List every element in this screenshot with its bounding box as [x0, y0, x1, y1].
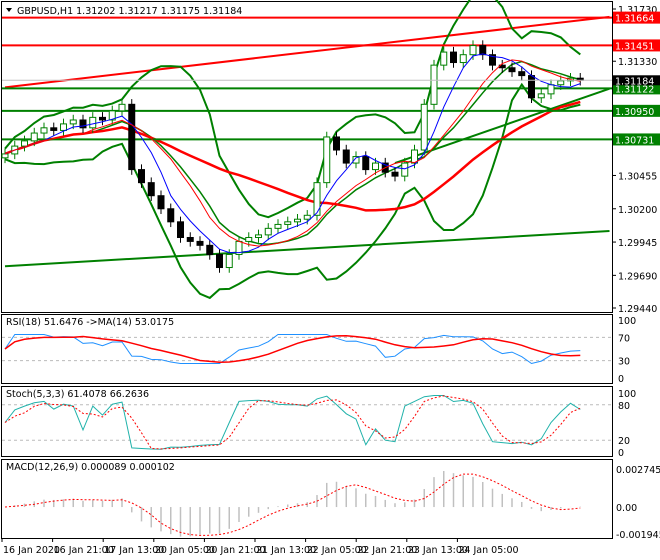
candle [440, 51, 448, 66]
candle [196, 240, 204, 246]
candle [264, 227, 272, 236]
rsi-tick-label: 0 [618, 374, 624, 385]
candle [167, 208, 175, 223]
candle [450, 51, 457, 64]
candle [508, 67, 516, 73]
candle [274, 223, 282, 229]
level-price-label: 1.31451 [615, 41, 654, 52]
macd-tick-label: 0.00 [616, 503, 637, 514]
rsi-tick-label: 30 [618, 357, 630, 368]
time-tick-label: 24 Jan 05:00 [458, 545, 518, 556]
candle [547, 84, 555, 95]
candle [459, 54, 467, 64]
candle [128, 103, 136, 171]
price-tick-label: 1.31330 [618, 57, 657, 68]
candle [420, 103, 428, 151]
price-tick-label: 1.30200 [618, 205, 657, 216]
candle [303, 214, 311, 220]
level-price-label: 1.30950 [615, 107, 654, 118]
stoch-tick-label: 100 [618, 389, 636, 400]
stoch-tick-label: 20 [618, 436, 630, 447]
candle [518, 71, 526, 77]
time-tick-label: 16 Jan 2020 [3, 545, 60, 556]
candle [177, 221, 184, 238]
candle [313, 182, 321, 216]
price-tick-label: 1.29945 [618, 238, 657, 249]
stoch-label: Stoch(5,3,3) 61.4078 66.2636 [6, 389, 149, 400]
candle [40, 127, 48, 134]
candle [528, 75, 535, 99]
candle [225, 253, 233, 269]
candle [430, 64, 438, 105]
rsi-tick-label: 100 [618, 316, 636, 327]
rsi-tick-label: 70 [618, 333, 630, 344]
candle [479, 45, 487, 56]
macd-label: MACD(12,26,9) 0.000089 0.000102 [6, 462, 175, 473]
candle [216, 253, 223, 269]
price-tick-label: 1.29690 [618, 271, 657, 282]
main-panel[interactable] [1, 1, 613, 313]
candle [323, 136, 331, 184]
candle [118, 103, 126, 112]
chart-header: GBPUSD,H1 1.31202 1.31217 1.31175 1.3118… [17, 6, 242, 17]
candle [245, 236, 253, 242]
candle [186, 236, 194, 242]
candle [333, 136, 340, 151]
candle [284, 221, 292, 225]
candle [362, 156, 370, 171]
candle [157, 195, 165, 210]
candle [342, 149, 350, 164]
candle [60, 123, 67, 131]
level-price-label: 1.31664 [615, 14, 654, 25]
macd-tick-label: 0.002745 [616, 465, 660, 476]
candle [206, 244, 214, 255]
price-tick-label: 1.29440 [618, 304, 657, 315]
candle [147, 182, 155, 197]
macd-tick-label: -0.001945 [616, 530, 660, 541]
candle [401, 162, 409, 177]
rsi-label: RSI(18) 51.6476 ->MA(14) 53.0175 [6, 317, 174, 328]
candle [30, 132, 38, 142]
price-tick-label: 1.30455 [618, 171, 657, 182]
candle [1, 153, 9, 159]
candle [557, 80, 565, 86]
candle [50, 127, 58, 131]
candle [255, 234, 262, 238]
candle [372, 162, 379, 171]
current-price-label: 1.31184 [615, 76, 654, 87]
candle [21, 140, 28, 147]
candle [99, 116, 106, 121]
stoch-tick-label: 0 [618, 448, 624, 459]
stoch-tick-label: 80 [618, 401, 630, 412]
candle [138, 169, 145, 184]
level-price-label: 1.30731 [615, 135, 654, 146]
candle [69, 119, 77, 125]
candle [294, 218, 301, 223]
candle [89, 116, 97, 129]
candle [469, 45, 477, 56]
candle [537, 93, 545, 99]
trading-chart[interactable]: 1.317301.313301.304551.302001.299451.296… [0, 0, 660, 560]
candle [391, 171, 399, 177]
